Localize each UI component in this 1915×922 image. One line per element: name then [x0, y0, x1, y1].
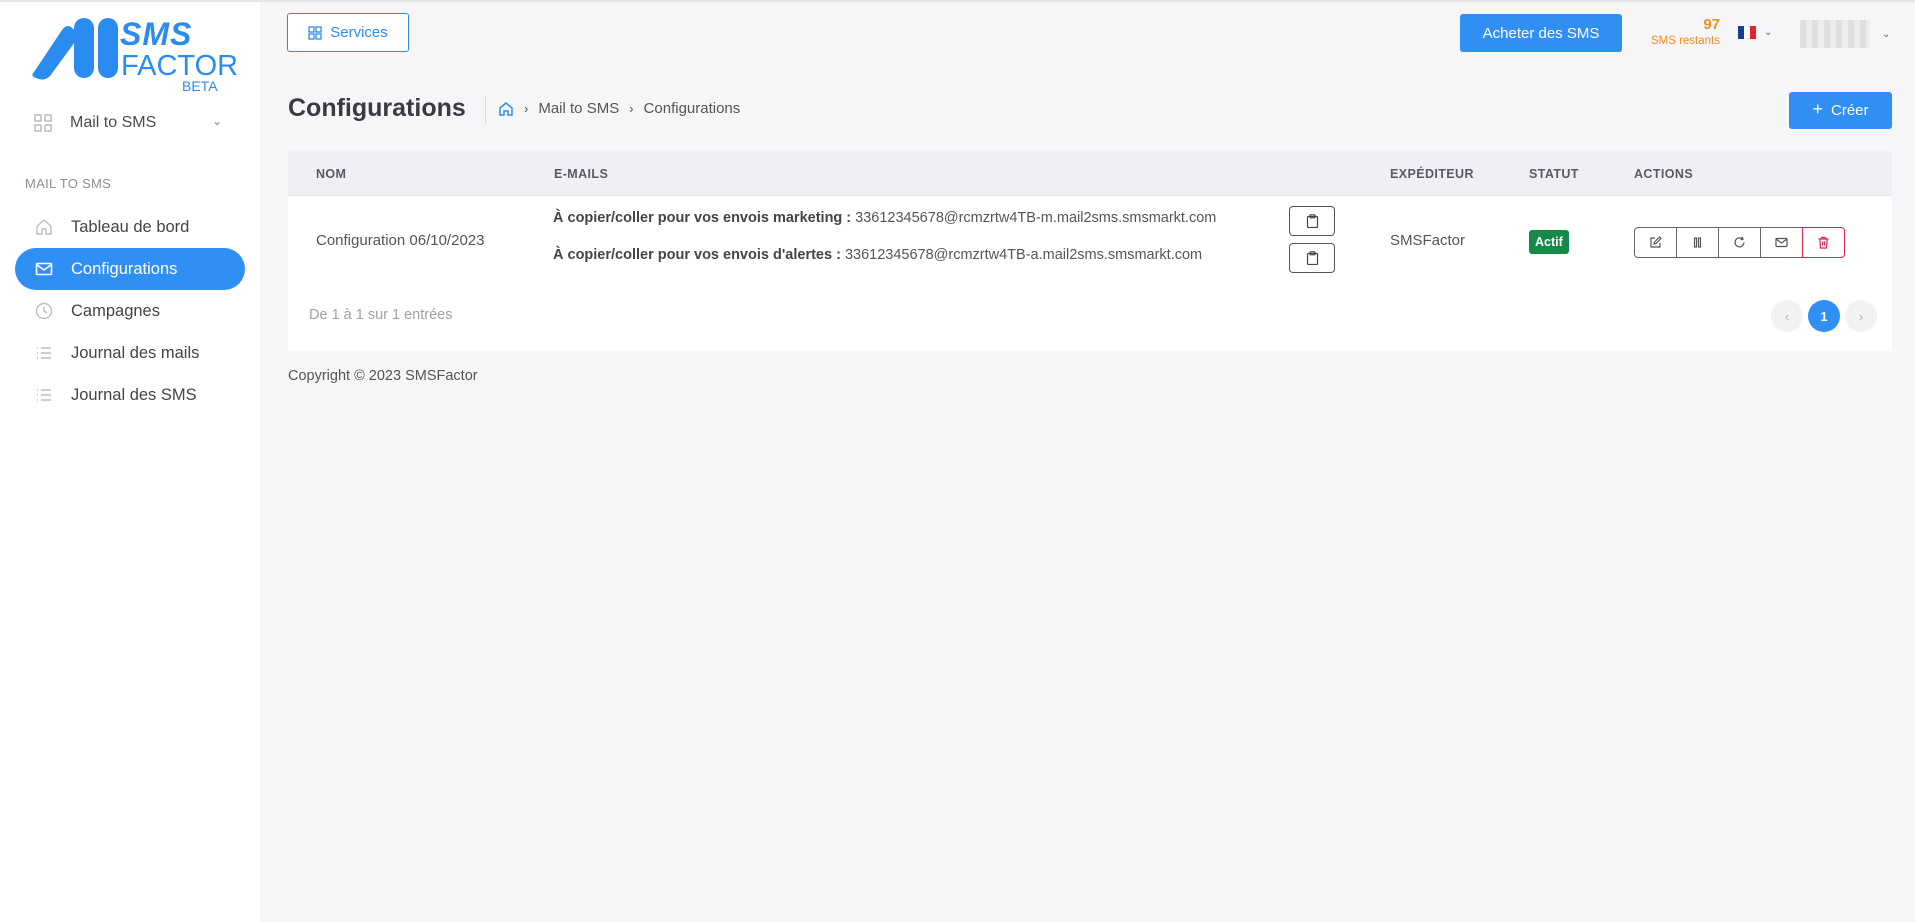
alert-email-address: 33612345678@rcmzrtw4TB-a.mail2sms.smsmar…	[844, 247, 1203, 263]
refresh-button[interactable]	[1718, 227, 1761, 258]
col-header-name: NOM	[316, 167, 347, 181]
language-selector[interactable]: ⌄	[1738, 22, 1780, 42]
status-badge: Actif	[1529, 230, 1569, 254]
logo[interactable]: SMS FACTOR BETA	[28, 16, 238, 96]
sidebar-item-label: Journal des SMS	[71, 385, 197, 404]
sidebar-item-label: Journal des mails	[71, 343, 200, 362]
grid-icon	[34, 114, 52, 132]
chevron-down-icon: ⌄	[211, 114, 222, 128]
sidebar-item-label: Campagnes	[71, 301, 160, 320]
chevron-down-icon: ⌄	[1764, 26, 1773, 38]
credits-label: SMS restants	[1650, 35, 1720, 47]
col-header-emails: E-MAILS	[554, 167, 609, 181]
breadcrumb-item[interactable]: Mail to SMS	[538, 100, 619, 117]
clipboard-icon	[1306, 251, 1318, 265]
chevron-right-icon: ›	[1858, 308, 1864, 324]
user-avatar	[1800, 20, 1870, 48]
chevron-down-icon: ⌄	[1882, 28, 1891, 40]
sidebar-item-campaigns[interactable]: Campagnes	[15, 290, 245, 332]
list-icon	[34, 343, 54, 363]
table-header: NOM E-MAILS EXPÉDITEUR STATUT ACTIONS	[288, 151, 1892, 196]
next-page-button[interactable]: ›	[1845, 300, 1877, 332]
logo-text-factor: FACTOR	[121, 50, 239, 82]
copy-marketing-email-button[interactable]	[1289, 206, 1335, 236]
breadcrumb: › Mail to SMS › Configurations	[498, 100, 740, 117]
mail-icon	[1775, 237, 1788, 248]
table-row: Configuration 06/10/2023 À copier/coller…	[288, 197, 1892, 287]
prev-page-button[interactable]: ‹	[1771, 300, 1803, 332]
user-menu[interactable]: ⌄	[1800, 18, 1895, 50]
breadcrumb-divider	[485, 96, 486, 124]
pagination: ‹ 1 ›	[1766, 300, 1877, 332]
refresh-icon	[1734, 236, 1745, 248]
marketing-email-label: À copier/coller pour vos envois marketin…	[553, 210, 852, 226]
sidebar-item-label: Configurations	[71, 259, 178, 278]
buy-sms-button[interactable]: Acheter des SMS	[1460, 14, 1622, 52]
alert-email-line: À copier/coller pour vos envois d'alerte…	[553, 247, 1202, 263]
app-selector-label: Mail to SMS	[70, 114, 157, 131]
home-icon[interactable]	[498, 101, 514, 117]
logo-beta-tag: BETA	[182, 78, 218, 94]
delete-button[interactable]	[1802, 227, 1845, 258]
credits-count: 97	[1703, 16, 1720, 33]
create-button[interactable]: + Créer	[1789, 92, 1892, 129]
sender: SMSFactor	[1390, 232, 1466, 249]
send-mail-button[interactable]	[1760, 227, 1803, 258]
col-header-status: STATUT	[1529, 167, 1579, 181]
pause-button[interactable]	[1676, 227, 1719, 258]
footer-copyright: Copyright © 2023 SMSFactor	[288, 368, 478, 384]
marketing-email-address: 33612345678@rcmzrtw4TB-m.mail2sms.smsmar…	[855, 210, 1217, 226]
chevron-right-icon: ›	[524, 101, 529, 116]
logo-mark-icon	[32, 18, 118, 80]
sidebar-item-configurations[interactable]: Configurations	[15, 248, 245, 290]
alert-email-label: À copier/coller pour vos envois d'alerte…	[553, 247, 841, 263]
col-header-sender: EXPÉDITEUR	[1390, 167, 1474, 181]
edit-button[interactable]	[1634, 227, 1677, 258]
services-button[interactable]: Services	[287, 13, 409, 52]
page-button-current[interactable]: 1	[1808, 300, 1840, 332]
edit-icon	[1650, 236, 1662, 248]
pause-icon	[1693, 237, 1702, 248]
clock-icon	[34, 301, 54, 321]
grid-icon	[308, 25, 322, 40]
create-label: Créer	[1831, 102, 1869, 119]
copy-alert-email-button[interactable]	[1289, 243, 1335, 273]
home-icon	[34, 217, 54, 237]
sidebar: SMS FACTOR BETA Mail to SMS ⌄ MAIL TO SM…	[0, 2, 260, 922]
chevron-right-icon: ›	[629, 101, 634, 116]
col-header-actions: ACTIONS	[1634, 167, 1694, 181]
french-flag-icon	[1738, 25, 1756, 39]
sidebar-item-sms-log[interactable]: Journal des SMS	[15, 374, 245, 416]
marketing-email-line: À copier/coller pour vos envois marketin…	[553, 210, 1216, 226]
list-icon	[34, 385, 54, 405]
top-border	[0, 0, 1915, 2]
plus-icon: +	[1812, 99, 1823, 119]
config-name: Configuration 06/10/2023	[316, 232, 485, 249]
logo-text-sms: SMS	[120, 16, 193, 52]
sidebar-section-title: MAIL TO SMS	[25, 176, 112, 191]
trash-icon	[1818, 236, 1829, 249]
app-selector[interactable]: Mail to SMS ⌄	[34, 108, 230, 138]
chevron-left-icon: ‹	[1784, 308, 1790, 324]
clipboard-icon	[1306, 214, 1318, 228]
configurations-table: NOM E-MAILS EXPÉDITEUR STATUT ACTIONS Co…	[288, 151, 1892, 351]
page-title: Configurations	[288, 94, 466, 122]
sidebar-item-dashboard[interactable]: Tableau de bord	[15, 206, 245, 248]
sidebar-nav: Tableau de bord Configurations Campagnes…	[15, 206, 245, 416]
sms-credits: 97 SMS restants	[1630, 16, 1720, 47]
pagination-info: De 1 à 1 sur 1 entrées	[309, 307, 453, 323]
breadcrumb-item-current: Configurations	[643, 100, 741, 117]
row-actions	[1634, 227, 1845, 258]
services-label: Services	[330, 24, 388, 41]
sidebar-item-label: Tableau de bord	[71, 217, 190, 236]
sidebar-item-mail-log[interactable]: Journal des mails	[15, 332, 245, 374]
mail-icon	[34, 259, 54, 279]
